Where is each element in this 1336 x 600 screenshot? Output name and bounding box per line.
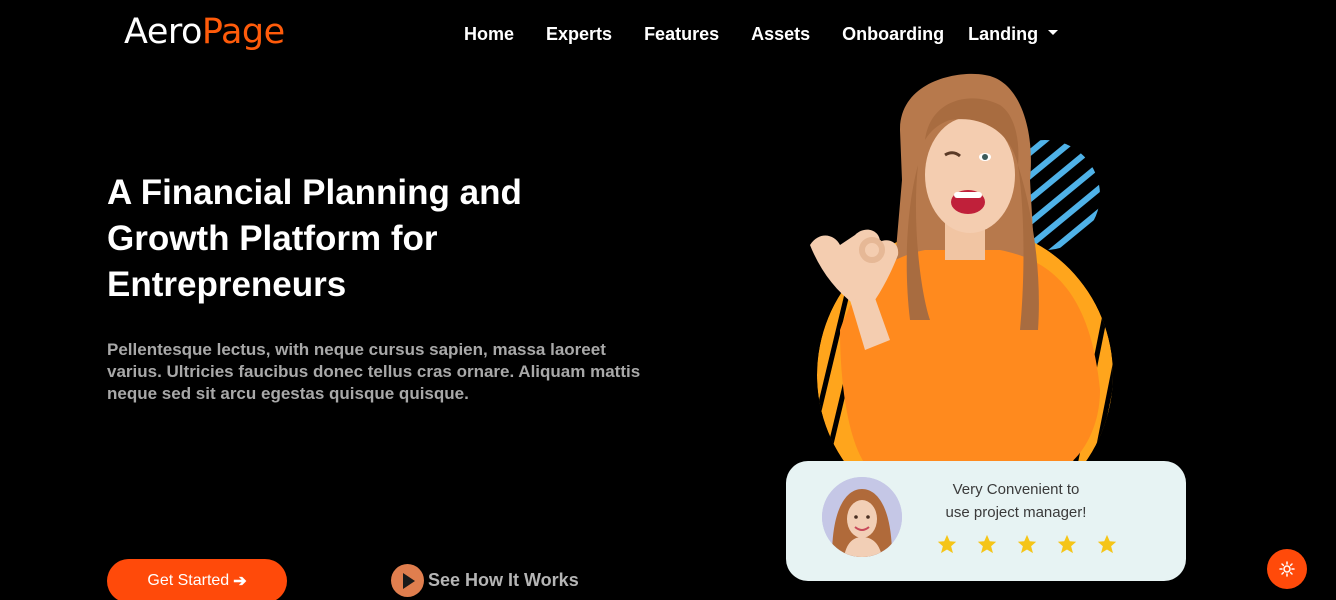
hero-description: Pellentesque lectus, with neque cursus s… [107, 340, 641, 403]
nav-item-onboarding[interactable]: Onboarding [842, 24, 944, 45]
avatar [822, 477, 902, 557]
nav-item-experts[interactable]: Experts [546, 24, 612, 45]
nav-item-landing[interactable]: Landing [968, 24, 1038, 45]
hero-title: A Financial Planning and Growth Platform… [107, 173, 522, 304]
get-started-label: Get Started [147, 572, 230, 589]
nav-item-landing-dropdown[interactable]: Landing [968, 24, 1059, 45]
main-nav: Home Experts Features Assets Onboarding … [464, 24, 1059, 45]
star-icon [1057, 534, 1077, 554]
get-started-button[interactable]: Get Started ➔ [107, 559, 287, 600]
star-icon [937, 534, 957, 554]
settings-button[interactable] [1267, 549, 1307, 589]
testimonial-line-2: use project manager! [945, 504, 1087, 521]
play-icon [391, 564, 424, 597]
logo-text-page: Page [201, 12, 285, 52]
brand-logo[interactable]: AeroPage [124, 12, 285, 52]
nav-item-home[interactable]: Home [464, 24, 514, 45]
star-icon [1017, 534, 1037, 554]
see-how-it-works-label: See How It Works [428, 570, 579, 590]
rating-stars [936, 533, 1136, 555]
see-how-it-works-button[interactable]: See How It Works [391, 564, 579, 597]
nav-item-assets[interactable]: Assets [751, 24, 810, 45]
gear-icon [1279, 561, 1295, 577]
star-icon [1097, 534, 1117, 554]
nav-item-features[interactable]: Features [644, 24, 719, 45]
testimonial-card: Very Convenient to use project manager! [786, 461, 1186, 581]
arrow-right-icon: ➔ [233, 573, 247, 590]
testimonial-text: Very Convenient to use project manager! [916, 478, 1116, 524]
hero-image [810, 73, 1113, 470]
star-icon [977, 534, 997, 554]
testimonial-line-1: Very Convenient to [952, 481, 1080, 498]
logo-text-aero: Aero [124, 12, 202, 52]
chevron-down-icon [1048, 30, 1059, 35]
